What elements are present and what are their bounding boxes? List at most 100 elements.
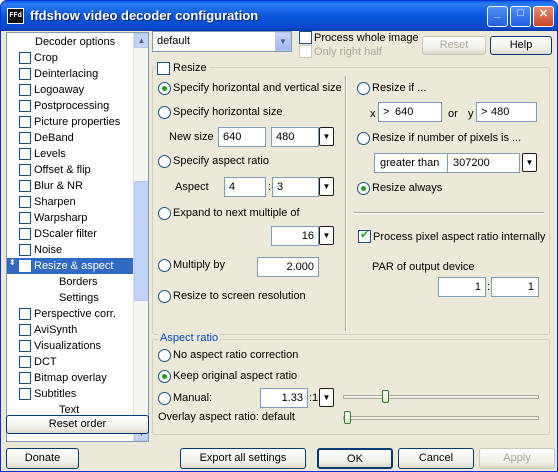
only-right-half-checkbox[interactable] — [299, 45, 312, 58]
cancel-button[interactable]: Cancel — [398, 448, 474, 469]
x-field[interactable]: > 640 — [378, 102, 442, 122]
y-field[interactable]: > 480 — [476, 102, 537, 122]
apply-button[interactable]: Apply — [479, 448, 555, 469]
reset-order-button[interactable]: Reset order — [6, 415, 149, 434]
tree-item[interactable]: DScaler filter — [7, 226, 133, 242]
tree-item[interactable]: Visualizations — [7, 338, 133, 354]
specify-hv-radio[interactable] — [158, 82, 171, 95]
tree-item-checkbox[interactable] — [19, 132, 31, 144]
resize-always-radio[interactable] — [357, 182, 370, 195]
process-whole-image-checkbox[interactable] — [299, 31, 312, 44]
tree-item[interactable]: Logoaway — [7, 82, 133, 98]
filter-tree[interactable]: ▲ ▼ Decoder options Crop Deinterlacing Logo… — [6, 32, 149, 442]
tree-item[interactable]: Decoder options — [7, 34, 133, 50]
tree-item[interactable]: Levels — [7, 146, 133, 162]
size-dropdown-button[interactable]: ▼ — [319, 127, 334, 146]
specify-aspect-radio[interactable] — [158, 155, 171, 168]
tree-item[interactable]: DeBand — [7, 130, 133, 146]
tree-item[interactable]: Deinterlacing — [7, 66, 133, 82]
preset-select[interactable]: default ▼ — [152, 31, 292, 52]
manual-aspect-slider-thumb[interactable] — [382, 390, 389, 403]
tree-item-checkbox[interactable] — [19, 228, 31, 240]
scroll-up-button[interactable]: ▲ — [134, 33, 148, 48]
export-settings-button[interactable]: Export all settings — [180, 448, 306, 469]
tree-item-checkbox[interactable] — [19, 164, 31, 176]
reorder-icon[interactable]: ⬍ — [9, 259, 16, 267]
specify-h-radio[interactable] — [158, 106, 171, 119]
tree-item[interactable]: Settings — [7, 290, 133, 306]
tree-item-checkbox[interactable] — [19, 324, 31, 336]
manual-aspect-radio[interactable] — [158, 392, 171, 405]
tree-item[interactable]: Offset & flip — [7, 162, 133, 178]
new-width-input[interactable]: 640 — [218, 127, 266, 147]
resize-if-pixels-radio[interactable] — [357, 132, 370, 145]
tree-item-checkbox[interactable] — [19, 116, 31, 128]
tree-item-checkbox[interactable] — [19, 340, 31, 352]
pixels-field[interactable]: greater than 307200 — [374, 153, 520, 173]
tree-item-checkbox[interactable] — [19, 84, 31, 96]
scroll-thumb[interactable] — [134, 181, 148, 301]
ok-button[interactable]: OK — [317, 448, 393, 469]
tree-item-checkbox[interactable] — [19, 180, 31, 192]
chevron-down-icon[interactable]: ▼ — [275, 32, 291, 51]
resize-checkbox[interactable] — [157, 62, 170, 75]
tree-item-checkbox[interactable] — [19, 68, 31, 80]
par-b-input[interactable]: 1 — [491, 277, 539, 297]
overlay-aspect-slider-thumb[interactable] — [344, 411, 351, 424]
multiple-dropdown-button[interactable]: ▼ — [319, 226, 334, 245]
multiple-input[interactable]: 16 — [271, 226, 319, 246]
help-button[interactable]: Help — [490, 36, 552, 55]
tree-item[interactable]: Perspective corr. — [7, 306, 133, 322]
tree-item-checkbox[interactable] — [19, 100, 31, 112]
aspect-b-input[interactable]: 3 — [272, 177, 319, 197]
tree-scrollbar[interactable]: ▲ ▼ — [133, 33, 148, 441]
tree-item[interactable]: Warpsharp — [7, 210, 133, 226]
tree-item-checkbox[interactable] — [19, 244, 31, 256]
tree-item[interactable]: Subtitles — [7, 386, 133, 402]
tree-item[interactable]: DCT — [7, 354, 133, 370]
minimize-button[interactable]: _ — [487, 6, 508, 27]
expand-multiple-radio[interactable] — [158, 207, 171, 220]
manual-aspect-slider[interactable] — [343, 390, 539, 403]
manual-aspect-input[interactable]: 1.33 — [260, 388, 308, 408]
tree-item-checkbox[interactable] — [19, 148, 31, 160]
tree-item[interactable]: ⬍ Resize & aspect — [7, 258, 133, 274]
tree-item-checkbox[interactable] — [19, 260, 31, 272]
tree-item[interactable]: Bitmap overlay — [7, 370, 133, 386]
tree-item[interactable]: Sharpen — [7, 194, 133, 210]
title-bar[interactable]: FFd ffdshow video decoder configuration … — [1, 1, 557, 31]
tree-item[interactable]: Postprocessing — [7, 98, 133, 114]
maximize-button[interactable]: □ — [510, 6, 531, 27]
aspect-a-input[interactable]: 4 — [224, 177, 266, 197]
tree-item-checkbox[interactable] — [19, 356, 31, 368]
tree-item-checkbox[interactable] — [19, 212, 31, 224]
tree-item[interactable]: Noise — [7, 242, 133, 258]
new-height-input[interactable]: 480 — [271, 127, 319, 147]
multiply-input[interactable]: 2.000 — [257, 257, 319, 277]
multiply-radio[interactable] — [158, 259, 171, 272]
no-aspect-radio[interactable] — [158, 349, 171, 362]
tree-item-checkbox[interactable] — [19, 308, 31, 320]
overlay-aspect-slider[interactable] — [343, 411, 539, 424]
par-internal-checkbox[interactable] — [358, 228, 371, 243]
close-button[interactable]: ✕ — [533, 6, 554, 27]
only-right-half-label: Only right half — [314, 46, 382, 58]
tree-item[interactable]: Borders — [7, 274, 133, 290]
tree-item[interactable]: Blur & NR — [7, 178, 133, 194]
screen-resolution-radio[interactable] — [158, 290, 171, 303]
manual-aspect-dropdown-button[interactable]: ▼ — [319, 388, 334, 407]
aspect-dropdown-button[interactable]: ▼ — [319, 177, 334, 196]
par-a-input[interactable]: 1 — [438, 277, 486, 297]
pixels-dropdown-button[interactable]: ▼ — [522, 153, 537, 172]
reset-button[interactable]: Reset — [422, 36, 486, 55]
tree-item[interactable]: AviSynth — [7, 322, 133, 338]
tree-item[interactable]: Crop — [7, 50, 133, 66]
tree-item-checkbox[interactable] — [19, 388, 31, 400]
tree-item-checkbox[interactable] — [19, 52, 31, 64]
tree-item[interactable]: Picture properties — [7, 114, 133, 130]
keep-aspect-radio[interactable] — [158, 370, 171, 383]
resize-if-radio[interactable] — [357, 82, 370, 95]
donate-button[interactable]: Donate — [6, 448, 79, 469]
tree-item-checkbox[interactable] — [19, 196, 31, 208]
tree-item-checkbox[interactable] — [19, 372, 31, 384]
